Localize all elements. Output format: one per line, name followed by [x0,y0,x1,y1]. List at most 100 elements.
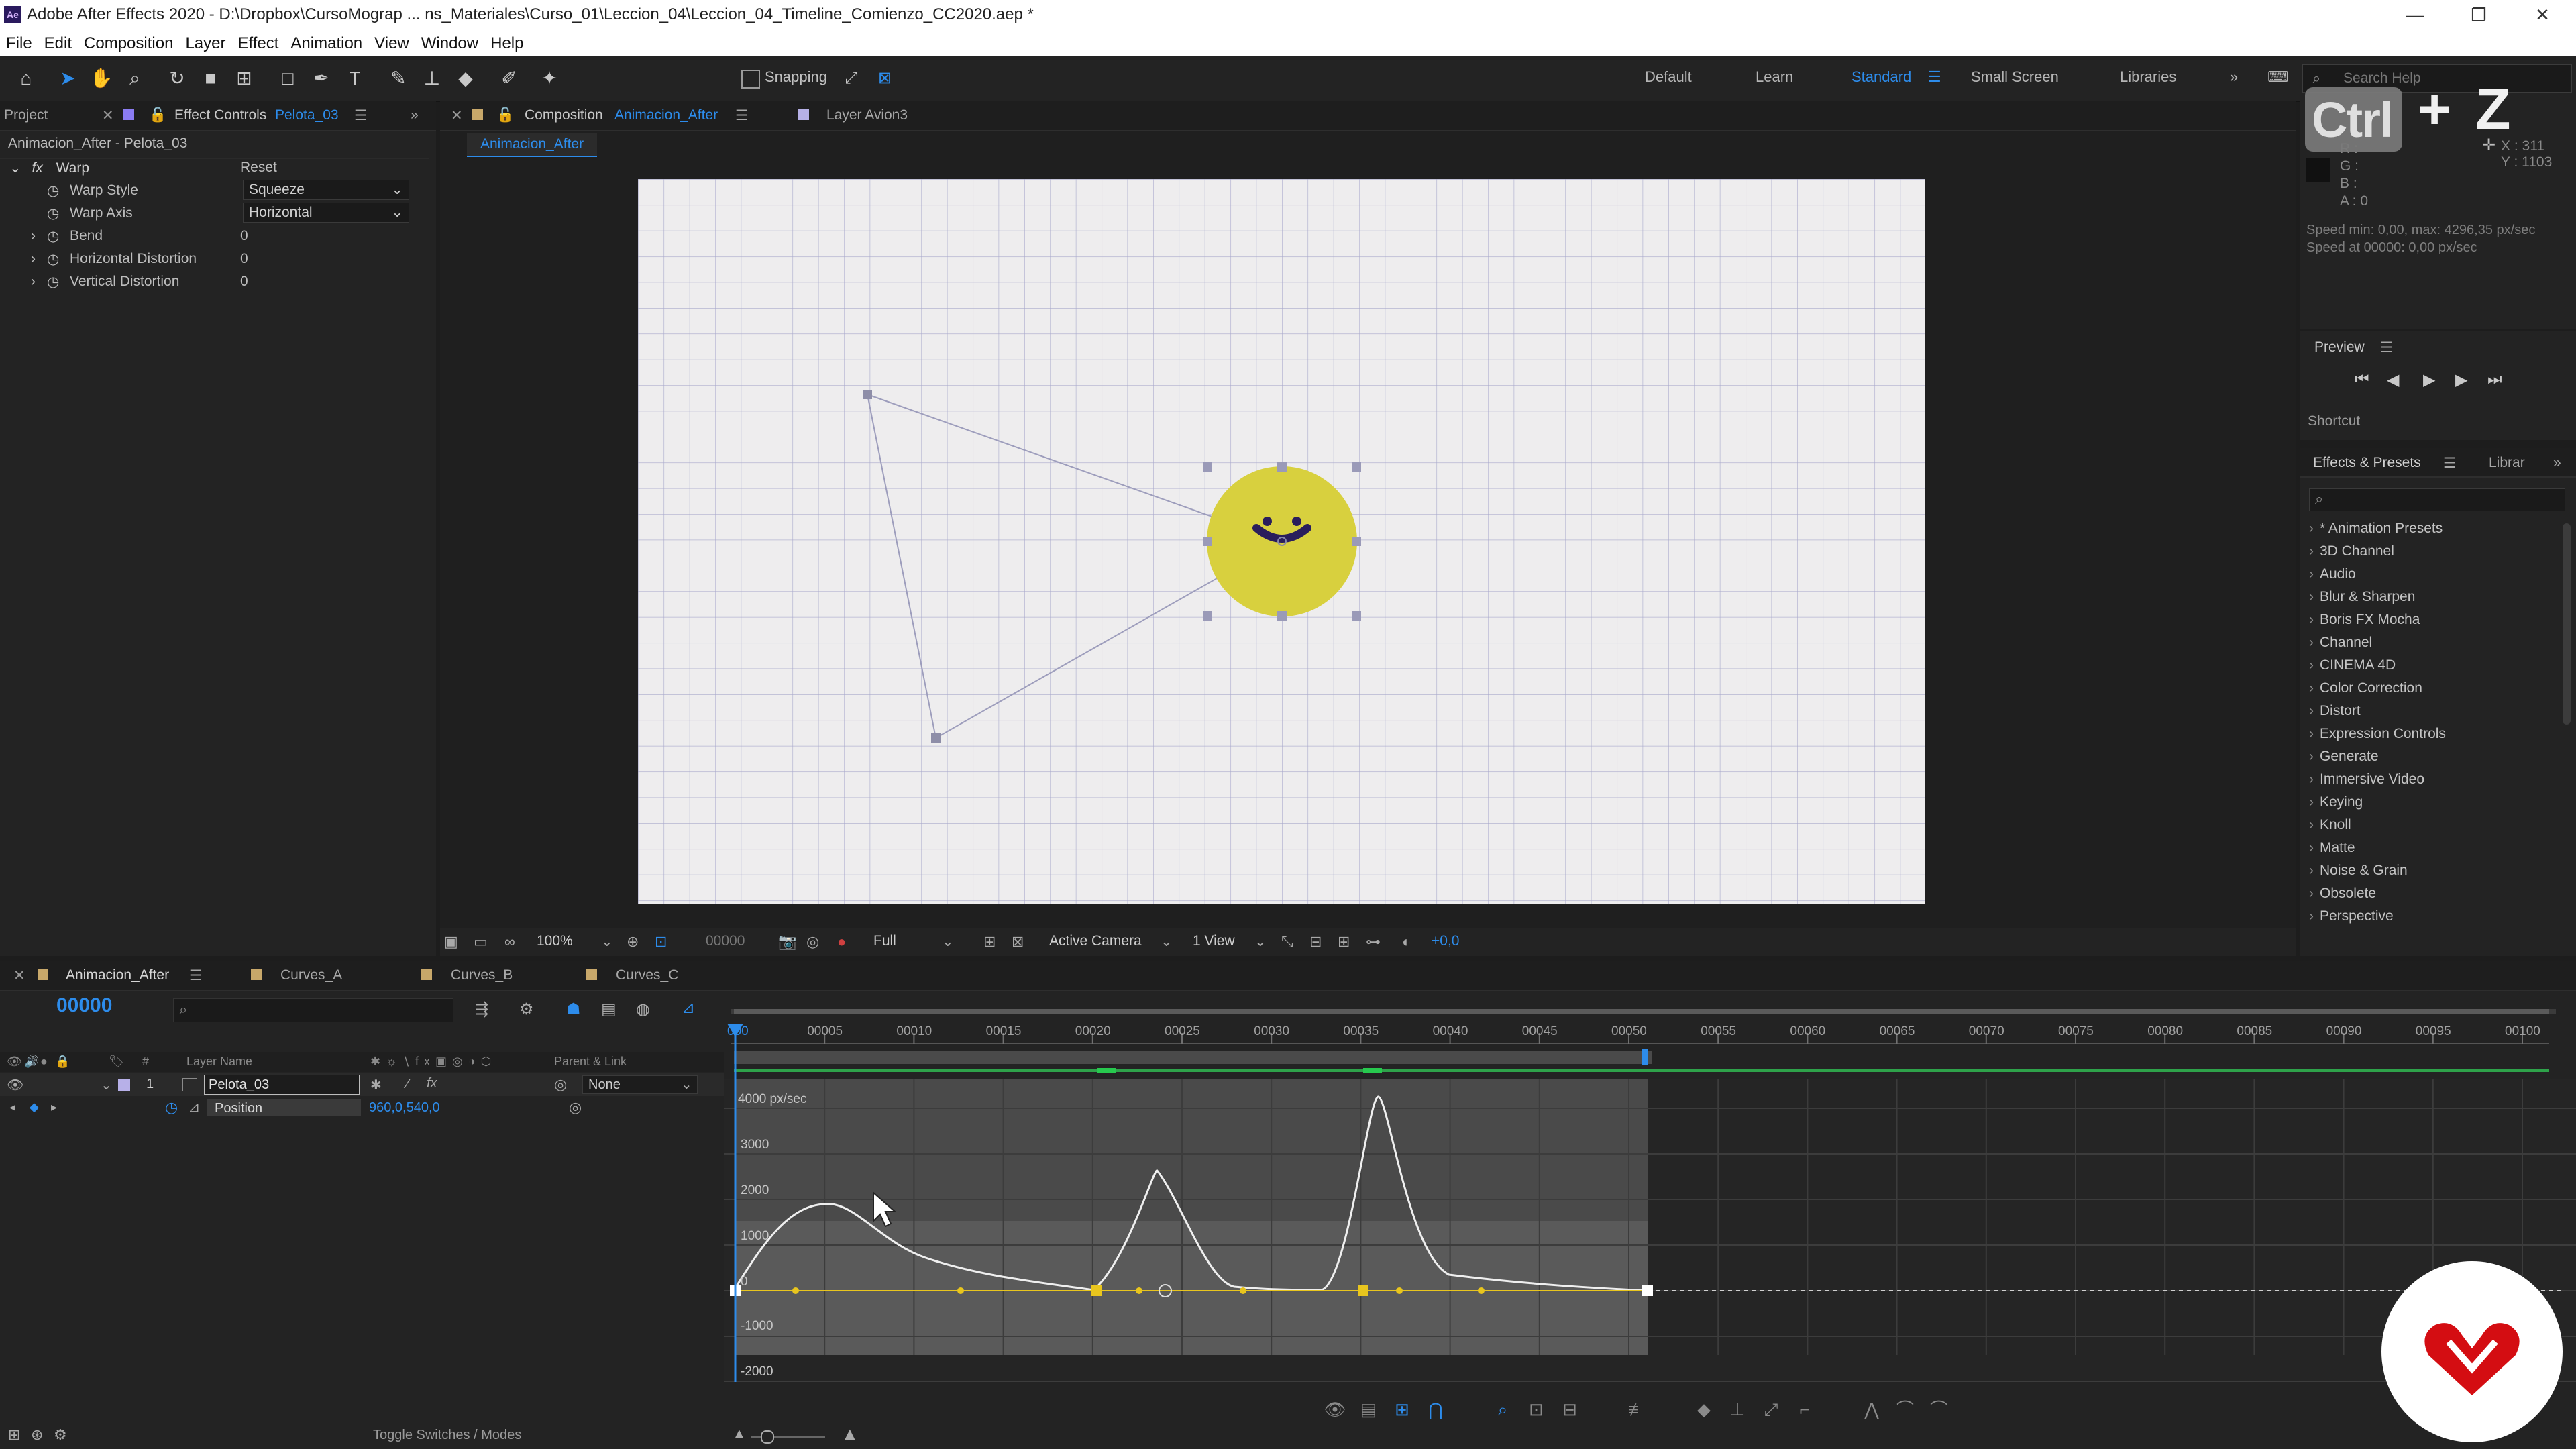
effects-category[interactable]: › Keying [2300,794,2555,817]
position-value[interactable]: 960,0,540,0 [369,1100,440,1116]
workspace-menu-icon[interactable]: ☰ [1928,68,1941,86]
fit-all-icon[interactable]: ⊡ [1524,1397,1548,1421]
comp-mini-flowchart-icon[interactable]: ⇶ [475,1000,488,1019]
shy-switch-icon[interactable]: ✱ [370,1077,382,1093]
auto-bezier-icon[interactable]: ⌐ [1792,1397,1817,1421]
property-row[interactable]: ◂ ◆ ▸ ◷ ⊿ Position 960,0,540,0 ◎ [0,1097,724,1119]
minimize-button[interactable]: — [2388,1,2442,28]
hand-tool-icon[interactable]: ✋ [89,66,114,91]
workspace-standard[interactable]: Standard [1851,68,1911,86]
close-tab-icon[interactable]: ✕ [451,107,463,124]
tab-timeline-curves-a[interactable]: Curves_A [280,967,342,983]
disclosure-closed-icon[interactable]: › [31,251,36,267]
tab-project[interactable]: Project [4,107,48,123]
current-time-display[interactable]: 00000 [706,933,745,949]
3d-glasses-icon[interactable]: ∞ [504,933,515,951]
render-time-icon[interactable]: ⊛ [31,1426,43,1444]
workspace-default[interactable]: Default [1645,68,1692,86]
selection-tool-icon[interactable]: ➤ [55,66,80,91]
camera-tool-icon[interactable]: ■ [198,66,223,91]
roto-brush-tool-icon[interactable]: ✐ [496,66,522,91]
current-time-timecode[interactable]: 00000 [56,994,112,1017]
play-icon[interactable]: ▶ [2423,370,2435,390]
menu-layer[interactable]: Layer [179,31,231,56]
mask-visibility-icon[interactable]: ⊡ [655,933,667,951]
channel-icon[interactable]: ● [837,933,846,951]
snap-icon[interactable]: ⋂ [1424,1397,1448,1421]
separate-dimensions-icon[interactable]: ≢ [1625,1397,1649,1421]
stopwatch-warp-axis[interactable]: ◷ [47,205,59,222]
effects-category[interactable]: › Audio [2300,566,2555,589]
layer-search-input[interactable]: ⌕ [173,998,453,1022]
menu-edit[interactable]: Edit [38,31,78,56]
menu-animation[interactable]: Animation [284,31,368,56]
toggle-switches-modes[interactable]: Toggle Switches / Modes [373,1428,521,1443]
menu-window[interactable]: Window [415,31,484,56]
snap-options-icon[interactable]: ⤢ [839,66,864,91]
zoom-select[interactable]: 100% [537,933,573,949]
snapping-checkbox[interactable] [741,70,760,89]
close-button[interactable]: ✕ [2516,1,2569,28]
resolution-select[interactable]: Full [873,933,896,949]
effects-search-input[interactable]: ⌕ [2309,488,2565,511]
effects-category[interactable]: › Generate [2300,749,2555,771]
effects-category[interactable]: › Immersive Video [2300,771,2555,794]
reset-exposure-icon[interactable]: ◐ [1402,933,1411,951]
stopwatch-h-distortion[interactable]: ◷ [47,251,59,268]
zoom-slider-thumb[interactable] [761,1430,774,1444]
effects-category[interactable]: › * Animation Presets [2300,521,2555,543]
frame-blending-icon[interactable]: ▤ [601,1000,616,1019]
region-of-interest-icon[interactable]: ⊞ [983,933,996,951]
panel-menu-icon[interactable]: ☰ [189,967,202,984]
comp-flowchart-icon[interactable]: ⊞ [8,1426,20,1444]
show-snapshot-icon[interactable]: ◎ [806,933,819,951]
h-distortion-value[interactable]: 0 [240,251,248,267]
snap-toggle-icon[interactable]: ⊠ [872,66,898,91]
panel-menu-icon[interactable]: ☰ [2443,455,2456,472]
workspace-learn[interactable]: Learn [1756,68,1793,86]
puppet-tool-icon[interactable]: ✦ [537,66,562,91]
expand-panel-icon[interactable]: » [2553,455,2561,471]
hold-keyframe-icon[interactable]: ⊥ [1725,1397,1750,1421]
rectangle-tool-icon[interactable]: □ [275,66,301,91]
fx-icon[interactable]: fx [32,160,42,176]
menu-help[interactable]: Help [484,31,529,56]
workspace-libraries[interactable]: Libraries [2120,68,2176,86]
effects-category[interactable]: › Expression Controls [2300,726,2555,749]
tab-timeline-curves-c[interactable]: Curves_C [616,967,678,983]
pickwhip-icon[interactable]: ◎ [554,1076,567,1093]
warp-style-select[interactable]: Squeeze ⌄ [243,180,409,200]
next-frame-icon[interactable]: ▶ [2455,370,2467,390]
keyboard-icon[interactable]: ⌨ [2267,68,2289,86]
stopwatch-v-distortion[interactable]: ◷ [47,274,59,290]
draft-3d-icon[interactable]: ⚙ [519,1000,534,1019]
layer-label-color[interactable] [118,1079,130,1091]
easy-ease-in-icon[interactable]: ⌒ [1893,1397,1917,1421]
keyframe-toggle-icon[interactable]: ◆ [30,1100,39,1114]
pan-behind-tool-icon[interactable]: ⊞ [231,66,257,91]
pen-tool-icon[interactable]: ✒ [309,66,334,91]
tab-effect-controls[interactable]: Effect Controls [174,107,266,123]
tab-composition-name[interactable]: Animacion_After [614,107,718,123]
pickwhip-icon[interactable]: ◎ [569,1099,582,1116]
motion-blur-icon[interactable]: ◍ [636,1000,650,1019]
chevron-down-icon[interactable]: ⌄ [1254,933,1267,950]
graph-options-icon[interactable]: ▤ [1356,1397,1381,1421]
effects-category[interactable]: › Boris FX Mocha [2300,612,2555,635]
edit-keyframe-icon[interactable]: ◆ [1692,1397,1716,1421]
bend-value[interactable]: 0 [240,228,248,244]
lock-icon[interactable]: 🔓 [496,107,514,123]
camera-select[interactable]: Active Camera [1049,933,1142,949]
zoom-tool-icon[interactable]: ⌕ [122,66,148,91]
prev-keyframe-icon[interactable]: ◂ [9,1100,15,1114]
layer-name-field[interactable]: Pelota_03 [204,1075,360,1095]
preview-display-icon[interactable]: ▭ [474,933,488,951]
tab-timeline-curves-b[interactable]: Curves_B [451,967,513,983]
effects-category[interactable]: › Distort [2300,703,2555,726]
panel-menu-icon[interactable]: ☰ [735,107,748,124]
chevron-down-icon[interactable]: ⌄ [1161,933,1173,950]
effects-category[interactable]: › Blur & Sharpen [2300,589,2555,612]
composition-viewer[interactable] [638,179,1925,904]
effects-category[interactable]: › Noise & Grain [2300,863,2555,885]
disclosure-closed-icon[interactable]: › [31,228,36,244]
